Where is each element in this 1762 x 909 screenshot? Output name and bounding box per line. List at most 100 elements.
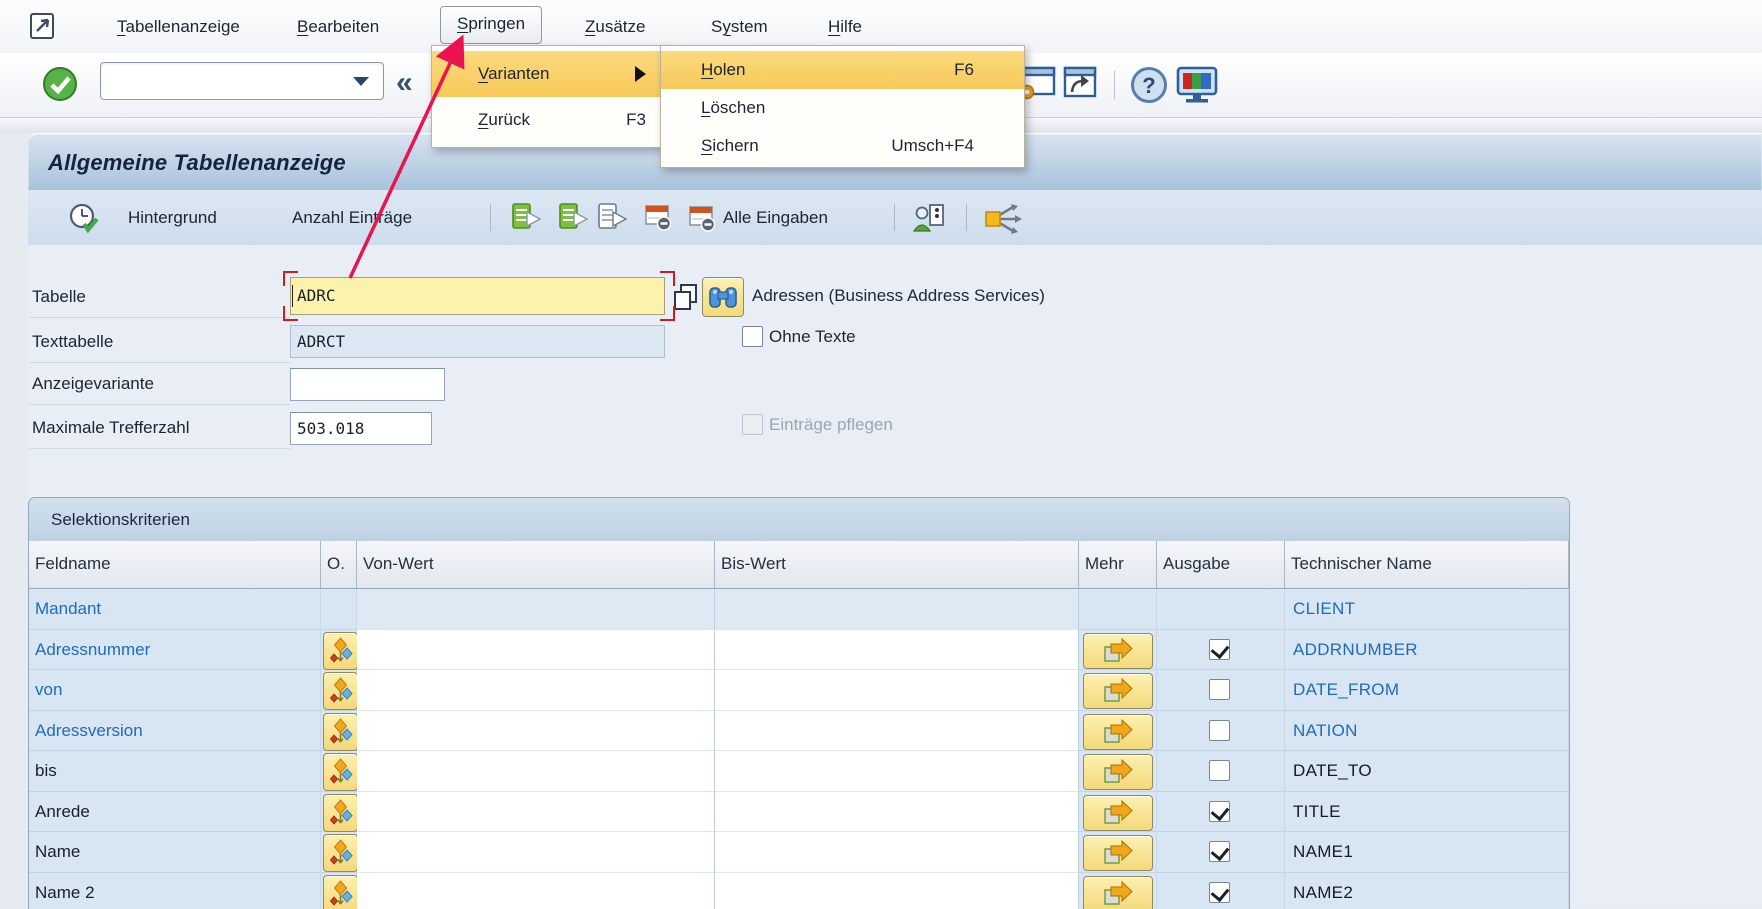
command-input[interactable]	[100, 62, 384, 100]
field-name-link[interactable]: bis	[35, 751, 57, 791]
alle-eingaben-button[interactable]: Alle Eingaben	[689, 190, 828, 245]
layout-monitor-icon[interactable]	[1176, 66, 1218, 104]
max-trefferzahl-input[interactable]: 503.018	[290, 412, 432, 445]
springen-menu: VariantenZurückF3	[431, 45, 669, 148]
create-shortcut-icon[interactable]	[1062, 66, 1098, 100]
mehr-multiple-selection-button[interactable]	[1083, 876, 1153, 909]
selection-options-button[interactable]	[323, 753, 358, 791]
select-fields-green2-icon[interactable]	[559, 203, 589, 231]
anzahl-eintraege-button[interactable]: Anzahl Einträge	[292, 190, 412, 245]
tabelle-input[interactable]: ADRC	[290, 277, 665, 315]
eintraege-pflegen-label: Einträge pflegen	[769, 415, 893, 435]
menubar-item-2[interactable]: Bearbeiten	[297, 0, 379, 53]
bis-wert-input[interactable]	[715, 630, 1079, 671]
collapse-toolbar-icon[interactable]: «	[396, 53, 413, 117]
select-fields-outline-icon[interactable]	[598, 203, 628, 231]
mehr-multiple-selection-button[interactable]	[1083, 633, 1153, 669]
bis-wert-input[interactable]	[715, 751, 1079, 792]
ausgabe-checkbox[interactable]	[1209, 882, 1230, 903]
menu-item-Löschen[interactable]: Löschen	[661, 89, 1024, 127]
von-wert-input[interactable]	[357, 630, 715, 671]
help-icon[interactable]: ?	[1130, 66, 1168, 104]
selection-options-button[interactable]	[323, 875, 358, 909]
table-row: von DATE_FROM	[29, 670, 1569, 711]
field-name-link[interactable]: Anrede	[35, 792, 90, 832]
von-wert-input[interactable]	[357, 832, 715, 873]
execute-clock-icon[interactable]	[68, 203, 102, 235]
von-wert-input[interactable]	[357, 711, 715, 752]
menu-shortcut: Umsch+F4	[891, 136, 974, 156]
column-header-6: Ausgabe	[1157, 541, 1285, 589]
field-name-link[interactable]: Adressnummer	[35, 630, 150, 670]
technical-name: CLIENT	[1293, 589, 1355, 629]
mehr-multiple-selection-button[interactable]	[1083, 754, 1153, 790]
groupbox-header: Selektionskriterien	[29, 498, 1569, 542]
column-header-1: Feldname	[29, 541, 321, 589]
field-name-link[interactable]: Name	[35, 832, 80, 872]
ausgabe-checkbox[interactable]	[1209, 760, 1230, 781]
ausgabe-checkbox[interactable]	[1209, 639, 1230, 660]
command-dropdown-icon[interactable]	[353, 77, 369, 86]
ohne-texte-label: Ohne Texte	[769, 327, 856, 347]
arrow-square-icon	[1102, 678, 1134, 704]
bis-wert-input[interactable]	[715, 711, 1079, 752]
field-name-link[interactable]: Adressversion	[35, 711, 143, 751]
field-name-link[interactable]: von	[35, 670, 62, 710]
menu-item-Varianten[interactable]: Varianten	[432, 51, 668, 97]
ausgabe-checkbox[interactable]	[1209, 720, 1230, 741]
menubar-item-3[interactable]: Springen	[440, 6, 542, 44]
menu-item-Sichern[interactable]: SichernUmsch+F4	[661, 127, 1024, 165]
search-help-button[interactable]	[702, 277, 744, 317]
field-name-link[interactable]: Name 2	[35, 873, 95, 909]
technical-name: TITLE	[1293, 792, 1341, 832]
menu-shortcut: F6	[954, 60, 974, 80]
ausgabe-checkbox[interactable]	[1209, 679, 1230, 700]
selection-options-button[interactable]	[323, 672, 358, 710]
selection-diamonds-icon	[328, 637, 353, 665]
von-wert-input[interactable]	[357, 792, 715, 833]
bis-wert-input[interactable]	[715, 670, 1079, 711]
ausgabe-checkbox[interactable]	[1209, 801, 1230, 822]
arrow-square-icon	[1102, 881, 1134, 907]
selektionskriterien-groupbox: Selektionskriterien FeldnameO.Von-WertBi…	[28, 497, 1570, 909]
table-row: Adressversion NATION	[29, 711, 1569, 752]
bis-wert-input[interactable]	[715, 792, 1079, 833]
von-wert-input[interactable]	[357, 670, 715, 711]
bis-wert-input[interactable]	[715, 832, 1079, 873]
tabelle-label: Tabelle	[30, 277, 290, 318]
von-wert-input[interactable]	[357, 751, 715, 792]
mehr-multiple-selection-button[interactable]	[1083, 795, 1153, 831]
bis-wert-input[interactable]	[715, 873, 1079, 909]
mehr-multiple-selection-button[interactable]	[1083, 835, 1153, 871]
multiple-values-icon[interactable]	[672, 283, 700, 311]
ohne-texte-checkbox[interactable]	[742, 326, 763, 347]
menu-item-Holen[interactable]: HolenF6	[661, 51, 1024, 89]
mehr-multiple-selection-button[interactable]	[1083, 714, 1153, 750]
mehr-multiple-selection-button[interactable]	[1083, 673, 1153, 709]
selection-options-button[interactable]	[323, 632, 358, 670]
distribute-icon[interactable]	[984, 203, 1024, 235]
menu-item-Zurück[interactable]: ZurückF3	[432, 97, 668, 143]
selection-diamonds-icon	[328, 880, 353, 908]
select-fields-green-icon[interactable]	[512, 203, 542, 231]
eintraege-pflegen-row: Einträge pflegen	[742, 414, 893, 435]
column-header-5: Mehr	[1079, 541, 1157, 589]
column-header-3: Von-Wert	[357, 541, 715, 589]
table-row: Anrede TITLE	[29, 792, 1569, 833]
von-wert-input[interactable]	[357, 873, 715, 909]
selection-diamonds-icon	[328, 718, 353, 746]
hintergrund-button[interactable]: Hintergrund	[128, 190, 217, 245]
enter-check-icon[interactable]	[42, 66, 78, 102]
anzeigevariante-input[interactable]	[290, 368, 445, 401]
exit-page-icon[interactable]	[28, 11, 60, 41]
selection-options-button[interactable]	[323, 794, 358, 832]
user-parameters-icon[interactable]	[912, 203, 946, 233]
ausgabe-checkbox[interactable]	[1209, 841, 1230, 862]
selection-options-button[interactable]	[323, 713, 358, 751]
field-name-link[interactable]: Mandant	[35, 589, 101, 629]
selection-options-button[interactable]	[323, 834, 358, 872]
deselect-rows-icon[interactable]	[645, 203, 671, 231]
menubar-item-1[interactable]: Tabellenanzeige	[117, 0, 240, 53]
technical-name: DATE_TO	[1293, 751, 1372, 791]
new-session-icon[interactable]	[1020, 66, 1056, 100]
